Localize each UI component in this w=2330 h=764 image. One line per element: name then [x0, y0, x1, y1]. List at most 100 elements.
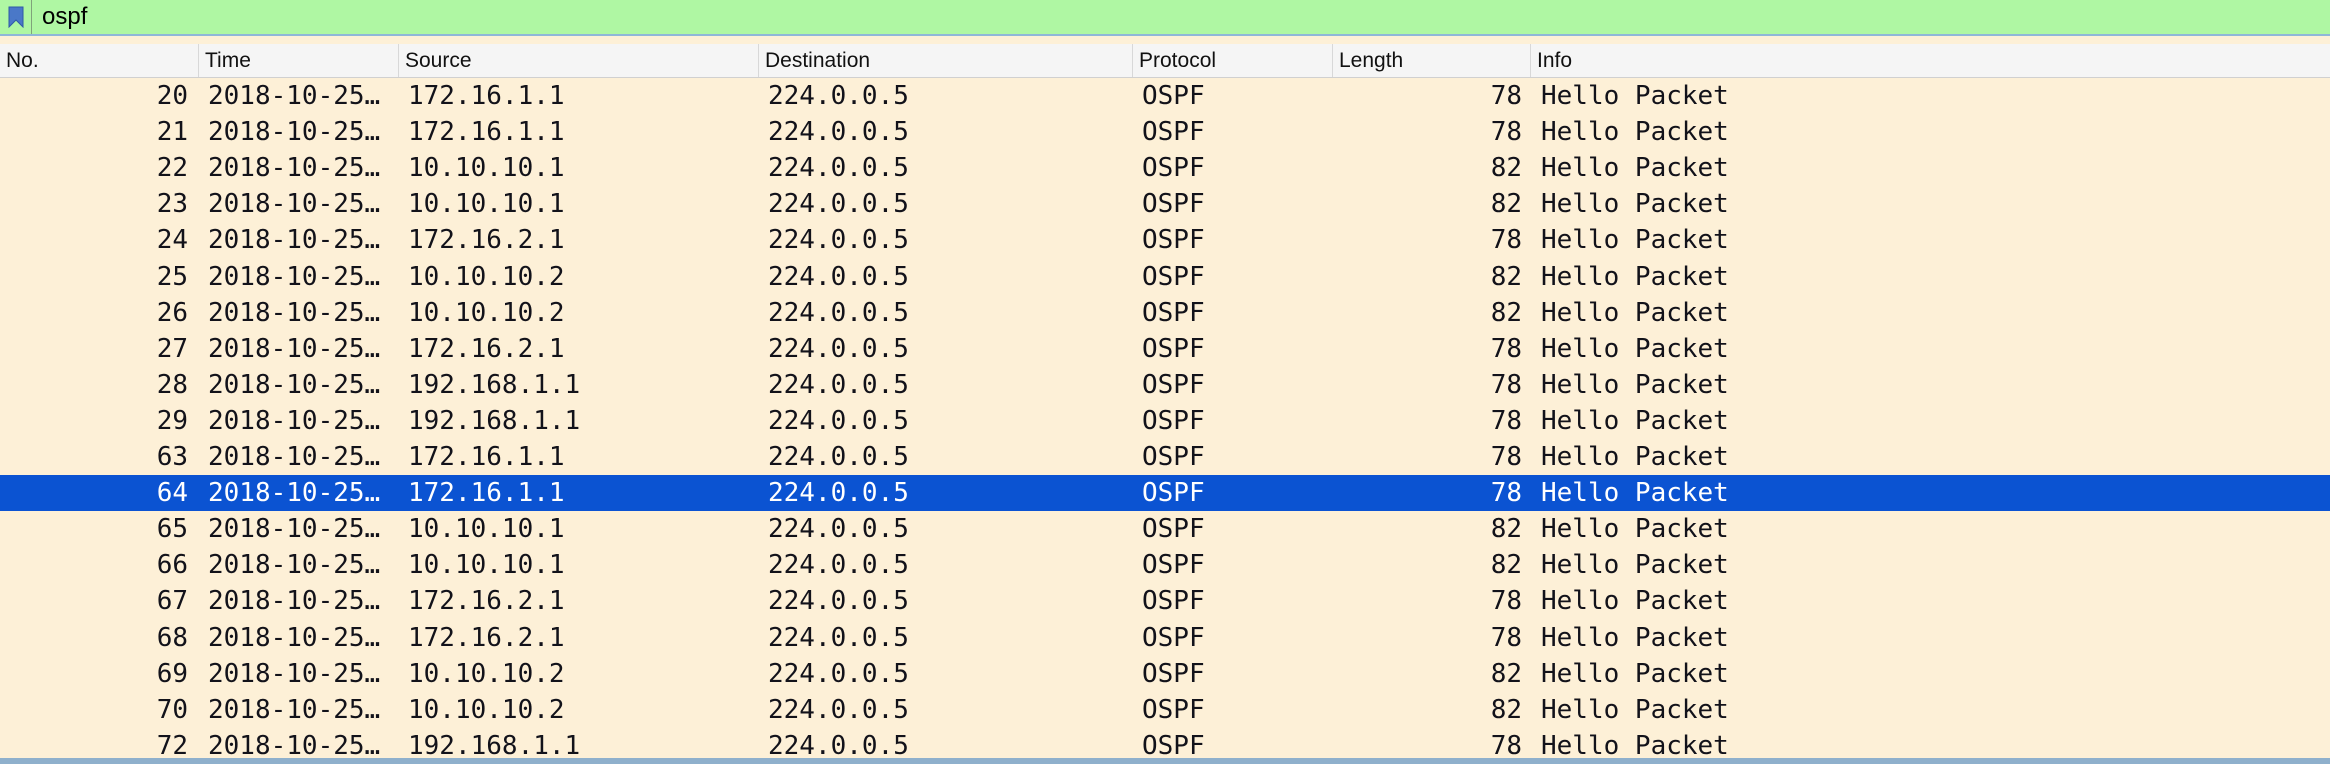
packet-row[interactable]: 65 2018-10-25… 10.10.10.1 224.0.0.5 OSPF 82 He… [0, 511, 2330, 547]
cell-protocol: OSPF [1142, 659, 1205, 689]
cell-length: 78 [1490, 81, 1522, 111]
cell-source: 10.10.10.1 [408, 153, 565, 183]
cell-no: 21 [156, 117, 188, 147]
cell-no: 26 [156, 298, 188, 328]
packet-row[interactable]: 68 2018-10-25… 172.16.2.1 224.0.0.5 OSPF 78 He… [0, 620, 2330, 656]
cell-time: 2018-10-25… [208, 478, 381, 508]
cell-protocol: OSPF [1142, 370, 1205, 400]
packet-row[interactable]: 63 2018-10-25… 172.16.1.1 224.0.0.5 OSPF 78 He… [0, 439, 2330, 475]
cell-length: 78 [1490, 406, 1522, 436]
packet-row-selected[interactable]: 64 2018-10-25… 172.16.1.1 224.0.0.5 OSPF 78 He… [0, 475, 2330, 511]
cell-no: 23 [156, 189, 188, 219]
cell-destination: 224.0.0.5 [768, 586, 909, 616]
cell-time: 2018-10-25… [208, 442, 381, 472]
cell-source: 10.10.10.2 [408, 659, 565, 689]
cell-length: 82 [1490, 514, 1522, 544]
column-header-source[interactable]: Source [398, 44, 758, 77]
cell-length: 82 [1490, 550, 1522, 580]
cell-source: 172.16.2.1 [408, 586, 565, 616]
filter-bookmark-button[interactable] [0, 0, 32, 34]
cell-source: 10.10.10.1 [408, 514, 565, 544]
cell-no: 68 [156, 623, 188, 653]
cell-info: Hello Packet [1541, 81, 1729, 111]
cell-info: Hello Packet [1541, 478, 1729, 508]
cell-protocol: OSPF [1142, 514, 1205, 544]
cell-time: 2018-10-25… [208, 81, 381, 111]
cell-source: 172.16.1.1 [408, 442, 565, 472]
column-header-no[interactable]: No. [0, 44, 198, 77]
cell-source: 172.16.1.1 [408, 478, 565, 508]
cell-info: Hello Packet [1541, 298, 1729, 328]
cell-protocol: OSPF [1142, 225, 1205, 255]
cell-protocol: OSPF [1142, 117, 1205, 147]
cell-destination: 224.0.0.5 [768, 514, 909, 544]
packet-row[interactable]: 20 2018-10-25… 172.16.1.1 224.0.0.5 OSPF 78 He… [0, 78, 2330, 114]
cell-length: 82 [1490, 262, 1522, 292]
packet-row[interactable]: 22 2018-10-25… 10.10.10.1 224.0.0.5 OSPF 82 He… [0, 150, 2330, 186]
packet-row[interactable]: 25 2018-10-25… 10.10.10.2 224.0.0.5 OSPF 82 He… [0, 259, 2330, 295]
cell-info: Hello Packet [1541, 117, 1729, 147]
cell-no: 63 [156, 442, 188, 472]
cell-length: 82 [1490, 189, 1522, 219]
cell-info: Hello Packet [1541, 153, 1729, 183]
cell-destination: 224.0.0.5 [768, 478, 909, 508]
cell-length: 78 [1490, 442, 1522, 472]
cell-info: Hello Packet [1541, 514, 1729, 544]
cell-length: 82 [1490, 659, 1522, 689]
cell-info: Hello Packet [1541, 550, 1729, 580]
packet-list: 20 2018-10-25… 172.16.1.1 224.0.0.5 OSPF 78 He… [0, 78, 2330, 761]
column-header-time[interactable]: Time [198, 44, 398, 77]
cell-source: 172.16.2.1 [408, 225, 565, 255]
cell-time: 2018-10-25… [208, 298, 381, 328]
display-filter-input[interactable] [36, 0, 2328, 34]
column-header-destination[interactable]: Destination [758, 44, 1132, 77]
packet-row[interactable]: 26 2018-10-25… 10.10.10.2 224.0.0.5 OSPF 82 He… [0, 295, 2330, 331]
cell-destination: 224.0.0.5 [768, 370, 909, 400]
pane-divider[interactable] [0, 758, 2330, 764]
cell-length: 78 [1490, 117, 1522, 147]
packet-row[interactable]: 69 2018-10-25… 10.10.10.2 224.0.0.5 OSPF 82 He… [0, 656, 2330, 692]
packet-row[interactable]: 70 2018-10-25… 10.10.10.2 224.0.0.5 OSPF 82 He… [0, 692, 2330, 728]
column-header-length[interactable]: Length [1332, 44, 1530, 77]
packet-row[interactable]: 28 2018-10-25… 192.168.1.1 224.0.0.5 OSPF 78 H… [0, 367, 2330, 403]
cell-protocol: OSPF [1142, 189, 1205, 219]
cell-destination: 224.0.0.5 [768, 406, 909, 436]
packet-row[interactable]: 27 2018-10-25… 172.16.2.1 224.0.0.5 OSPF 78 He… [0, 331, 2330, 367]
column-header-info[interactable]: Info [1530, 44, 2330, 77]
cell-destination: 224.0.0.5 [768, 189, 909, 219]
cell-time: 2018-10-25… [208, 586, 381, 616]
cell-destination: 224.0.0.5 [768, 81, 909, 111]
cell-destination: 224.0.0.5 [768, 550, 909, 580]
column-header-protocol[interactable]: Protocol [1132, 44, 1332, 77]
cell-length: 82 [1490, 695, 1522, 725]
display-filter-bar [0, 0, 2330, 36]
packet-row[interactable]: 21 2018-10-25… 172.16.1.1 224.0.0.5 OSPF 78 He… [0, 114, 2330, 150]
cell-source: 10.10.10.2 [408, 695, 565, 725]
packet-row[interactable]: 67 2018-10-25… 172.16.2.1 224.0.0.5 OSPF 78 He… [0, 583, 2330, 619]
packet-row[interactable]: 23 2018-10-25… 10.10.10.1 224.0.0.5 OSPF 82 He… [0, 186, 2330, 222]
cell-no: 24 [156, 225, 188, 255]
cell-destination: 224.0.0.5 [768, 442, 909, 472]
cell-destination: 224.0.0.5 [768, 695, 909, 725]
cell-info: Hello Packet [1541, 695, 1729, 725]
cell-protocol: OSPF [1142, 406, 1205, 436]
cell-time: 2018-10-25… [208, 514, 381, 544]
cell-destination: 224.0.0.5 [768, 225, 909, 255]
packet-row[interactable]: 66 2018-10-25… 10.10.10.1 224.0.0.5 OSPF 82 He… [0, 547, 2330, 583]
cell-destination: 224.0.0.5 [768, 153, 909, 183]
cell-no: 27 [156, 334, 188, 364]
cell-no: 65 [156, 514, 188, 544]
cell-info: Hello Packet [1541, 586, 1729, 616]
cell-protocol: OSPF [1142, 81, 1205, 111]
cell-info: Hello Packet [1541, 442, 1729, 472]
packet-row[interactable]: 24 2018-10-25… 172.16.2.1 224.0.0.5 OSPF 78 He… [0, 222, 2330, 258]
cell-source: 172.16.1.1 [408, 117, 565, 147]
cell-protocol: OSPF [1142, 442, 1205, 472]
cell-time: 2018-10-25… [208, 370, 381, 400]
cell-no: 29 [156, 406, 188, 436]
cell-info: Hello Packet [1541, 225, 1729, 255]
cell-info: Hello Packet [1541, 189, 1729, 219]
packet-row[interactable]: 29 2018-10-25… 192.168.1.1 224.0.0.5 OSPF 78 H… [0, 403, 2330, 439]
cell-destination: 224.0.0.5 [768, 262, 909, 292]
cell-no: 66 [156, 550, 188, 580]
